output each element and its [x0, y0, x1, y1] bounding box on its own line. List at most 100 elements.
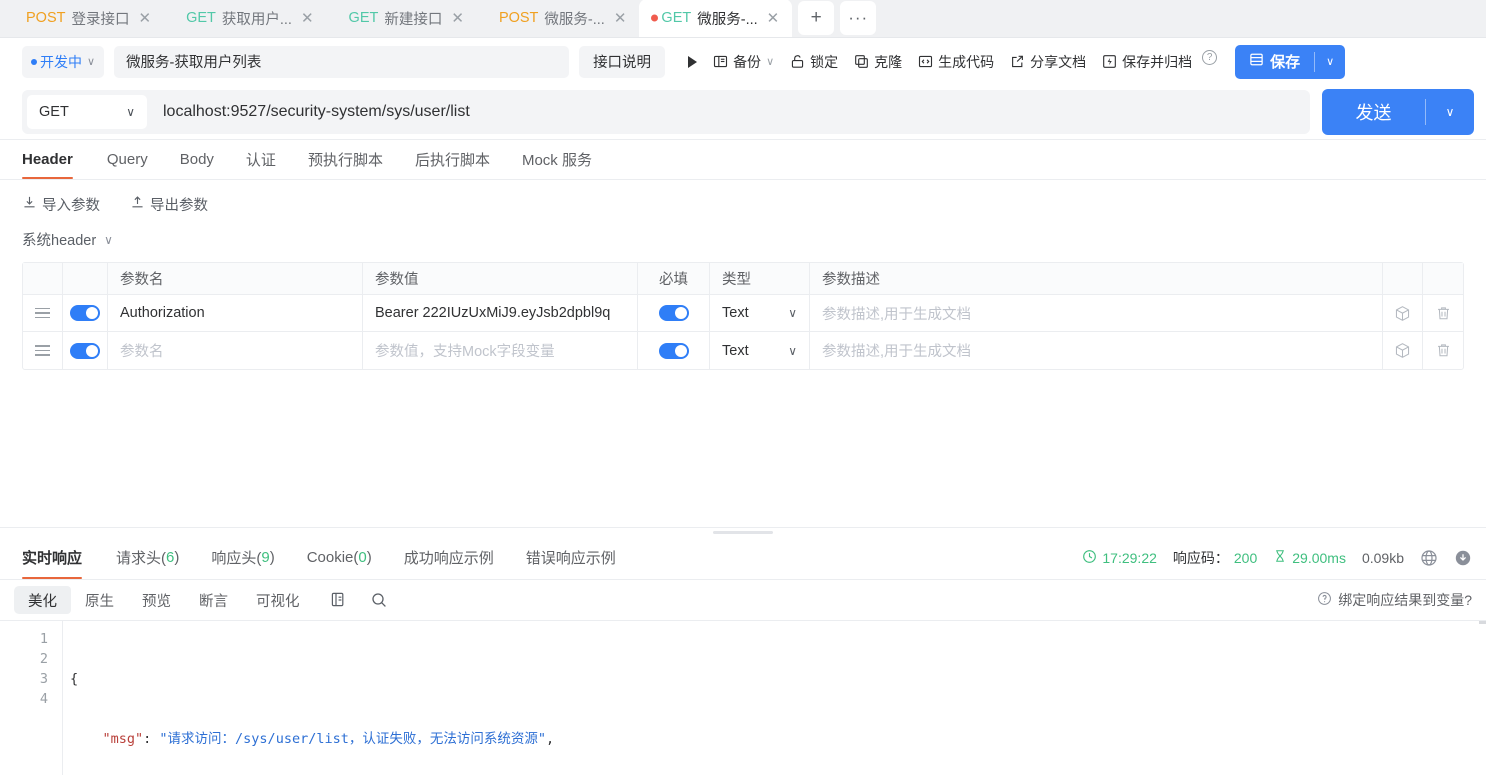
close-icon[interactable]: ✕ — [611, 9, 630, 28]
param-delete-button[interactable] — [1423, 332, 1463, 369]
close-icon[interactable]: ✕ — [764, 9, 783, 28]
param-required-toggle[interactable] — [638, 295, 710, 331]
request-tab-2[interactable]: GET 新建接口 ✕ — [327, 0, 477, 37]
tab-success-example[interactable]: 成功响应示例 — [388, 536, 510, 579]
save-dropdown-caret-icon[interactable]: ∨ — [1315, 55, 1345, 68]
param-schema-button[interactable] — [1383, 295, 1423, 331]
tab-cookie[interactable]: Cookie(0) — [291, 536, 388, 579]
param-description-input[interactable]: 参数描述,用于生成文档 — [810, 295, 1383, 331]
run-button[interactable] — [681, 46, 704, 78]
url-input[interactable]: localhost:9527/security-system/sys/user/… — [147, 103, 1305, 121]
tab-error-example[interactable]: 错误响应示例 — [510, 536, 632, 579]
drag-handle-icon — [35, 307, 50, 319]
tab-overflow-menu-button[interactable]: ··· — [840, 1, 877, 35]
tab-method: GET — [661, 10, 692, 26]
request-tab-1[interactable]: GET 获取用户... ✕ — [164, 0, 326, 37]
response-status-label: 响应码： — [1172, 549, 1229, 566]
bind-response-variable-button[interactable]: 绑定响应结果到变量? — [1317, 590, 1472, 610]
import-params-button[interactable]: 导入参数 — [22, 194, 100, 215]
tab-request-headers[interactable]: 请求头(6) — [100, 536, 195, 579]
lock-button[interactable]: 锁定 — [783, 46, 845, 78]
param-type-select[interactable]: Text ∨ — [710, 295, 810, 331]
param-value-input[interactable]: Bearer 222IUzUxMiJ9.eyJsb2dpbl9q — [363, 295, 638, 331]
param-description-placeholder: 参数描述,用于生成文档 — [822, 306, 972, 323]
row-enable-toggle[interactable] — [63, 295, 108, 331]
code-vertical-scrollbar[interactable] — [1479, 621, 1486, 775]
view-mode-beautify[interactable]: 美化 — [14, 586, 71, 614]
backup-button[interactable]: 备份 ∨ — [706, 46, 781, 78]
request-tab-0[interactable]: POST 登录接口 ✕ — [4, 0, 164, 37]
api-status-dropdown[interactable]: 开发中 ∨ — [22, 45, 105, 78]
tab-title: 新建接口 — [384, 11, 443, 28]
col-drag — [23, 263, 63, 294]
param-required-toggle[interactable] — [638, 332, 710, 369]
save-button[interactable]: 保存 ∨ — [1235, 44, 1346, 79]
param-value-input[interactable]: 参数值，支持Mock字段变量 — [363, 332, 638, 369]
network-globe-button[interactable] — [1420, 549, 1438, 567]
panel-splitter[interactable] — [0, 527, 1486, 536]
tab-auth[interactable]: 认证 — [230, 140, 292, 179]
tab-body[interactable]: Body — [164, 140, 230, 179]
table-row: 参数名 参数值，支持Mock字段变量 Text ∨ 参数描述,用于生成文档 — [23, 332, 1463, 369]
generate-code-button[interactable]: 生成代码 — [911, 46, 1001, 78]
close-icon[interactable]: ✕ — [135, 9, 154, 28]
row-enable-toggle[interactable] — [63, 332, 108, 369]
tab-pre-script[interactable]: 预执行脚本 — [292, 140, 399, 179]
table-header-row: 参数名 参数值 必填 类型 参数描述 — [23, 263, 1463, 295]
export-params-button[interactable]: 导出参数 — [130, 194, 208, 215]
param-schema-button[interactable] — [1383, 332, 1423, 369]
row-drag-handle[interactable] — [23, 332, 63, 369]
tab-title: 微服务-... — [544, 11, 605, 28]
help-icon[interactable]: ? — [1202, 49, 1218, 65]
tab-query[interactable]: Query — [91, 140, 164, 179]
tab-post-script[interactable]: 后执行脚本 — [399, 140, 506, 179]
chevron-down-icon: ∨ — [788, 306, 797, 320]
response-duration-value: 29.00ms — [1292, 549, 1346, 566]
request-tab-3[interactable]: POST 微服务-... ✕ — [477, 0, 639, 37]
system-header-collapse[interactable]: 系统header ∨ — [22, 229, 113, 250]
new-tab-button[interactable]: + — [798, 1, 835, 35]
api-description-button[interactable]: 接口说明 — [579, 45, 666, 78]
share-doc-button[interactable]: 分享文档 — [1003, 46, 1093, 78]
param-import-export-row: 导入参数 导出参数 — [22, 194, 1464, 215]
row-drag-handle[interactable] — [23, 295, 63, 331]
status-dot-icon — [31, 58, 37, 65]
param-delete-button[interactable] — [1423, 295, 1463, 331]
tab-response-headers[interactable]: 响应头(9) — [195, 536, 290, 579]
view-mode-visualize[interactable]: 可视化 — [242, 586, 314, 614]
toggle-switch-icon — [70, 342, 100, 359]
unsaved-indicator-icon — [651, 14, 659, 22]
download-response-button[interactable] — [1454, 549, 1472, 567]
view-mode-raw[interactable]: 原生 — [71, 586, 128, 614]
tab-realtime-response[interactable]: 实时响应 — [22, 536, 100, 579]
response-code-viewer[interactable]: 1 2 3 4 { "msg": "请求访问：/sys/user/list，认证… — [0, 620, 1486, 775]
copy-response-button[interactable] — [324, 591, 354, 609]
tab-title: 获取用户... — [221, 11, 292, 28]
clone-button[interactable]: 克隆 — [847, 46, 909, 78]
drag-handle-icon — [35, 345, 50, 356]
send-button[interactable]: 发送 ∨ — [1322, 89, 1474, 135]
api-title-input[interactable]: 微服务-获取用户列表 — [114, 45, 570, 78]
view-mode-preview[interactable]: 预览 — [128, 586, 185, 614]
tab-header[interactable]: Header — [22, 140, 91, 179]
tab-mock-service[interactable]: Mock 服务 — [506, 140, 608, 179]
table-row: Authorization Bearer 222IUzUxMiJ9.eyJsb2… — [23, 295, 1463, 332]
close-icon[interactable]: ✕ — [298, 9, 317, 28]
col-actions-box — [1383, 263, 1423, 294]
param-name-input[interactable]: 参数名 — [108, 332, 363, 369]
save-and-archive-button[interactable]: 保存并归档 — [1095, 46, 1199, 78]
export-params-label: 导出参数 — [150, 198, 208, 214]
close-icon[interactable]: ✕ — [448, 9, 467, 28]
param-value-placeholder: 参数值，支持Mock字段变量 — [375, 344, 555, 360]
send-dropdown-caret-icon[interactable]: ∨ — [1426, 105, 1474, 119]
param-type-select[interactable]: Text ∨ — [710, 332, 810, 369]
chevron-down-icon: ∨ — [87, 56, 96, 68]
system-header-label: 系统header — [22, 233, 97, 249]
search-response-button[interactable] — [364, 591, 394, 609]
http-method-select[interactable]: GET ∨ — [27, 95, 147, 129]
response-json-body[interactable]: { "msg": "请求访问：/sys/user/list，认证失败，无法访问系… — [62, 621, 1486, 775]
view-mode-assert[interactable]: 断言 — [185, 586, 242, 614]
request-tab-4-active[interactable]: GET 微服务-... ✕ — [639, 0, 793, 37]
param-name-input[interactable]: Authorization — [108, 295, 363, 331]
param-description-input[interactable]: 参数描述,用于生成文档 — [810, 332, 1383, 369]
